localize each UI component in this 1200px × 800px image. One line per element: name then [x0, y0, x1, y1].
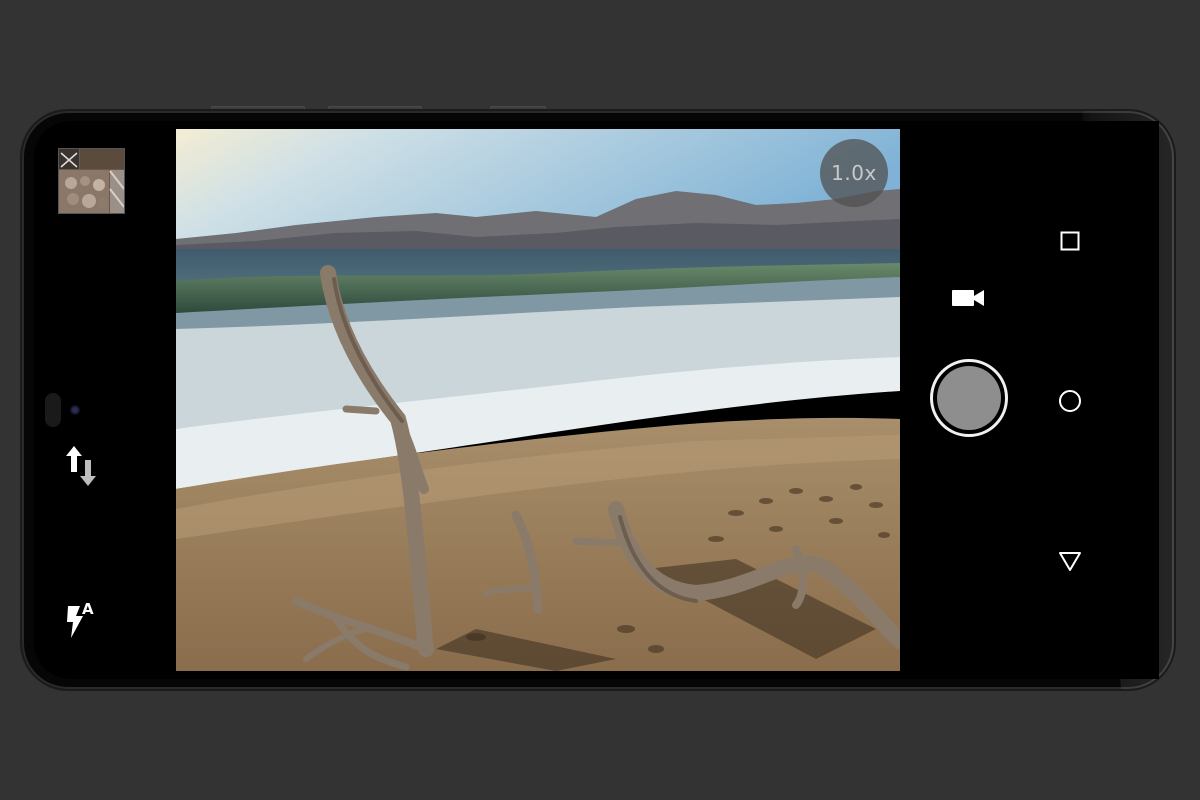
- flash-mode-label: A: [82, 600, 94, 618]
- front-camera-lens: [70, 405, 80, 415]
- switch-camera-button[interactable]: [60, 441, 104, 491]
- gallery-thumbnail[interactable]: [58, 148, 125, 214]
- shutter-button[interactable]: [930, 359, 1008, 437]
- nav-home-button[interactable]: [1058, 389, 1082, 413]
- viewfinder-scene: [176, 129, 900, 671]
- video-mode-button[interactable]: [946, 283, 990, 313]
- zoom-level-indicator[interactable]: 1.0x: [820, 139, 888, 207]
- square-recents-icon: [1060, 231, 1080, 251]
- video-camera-icon: [952, 290, 984, 306]
- phone-body: 1.0x A: [22, 111, 1174, 689]
- phone-screen: 1.0x A: [34, 121, 1159, 679]
- zoom-level-label: 1.0x: [831, 161, 877, 185]
- shutter-button-fill: [937, 366, 1001, 430]
- front-camera-housing: [45, 393, 61, 427]
- triangle-back-icon: [1059, 552, 1081, 571]
- nav-recents-button[interactable]: [1058, 229, 1082, 253]
- camera-viewfinder[interactable]: 1.0x: [176, 129, 900, 671]
- switch-camera-icon: [66, 446, 96, 486]
- circle-home-icon: [1059, 390, 1081, 412]
- flash-mode-button[interactable]: A: [60, 598, 104, 642]
- gallery-thumbnail-image: [59, 149, 124, 213]
- nav-back-button[interactable]: [1058, 549, 1082, 573]
